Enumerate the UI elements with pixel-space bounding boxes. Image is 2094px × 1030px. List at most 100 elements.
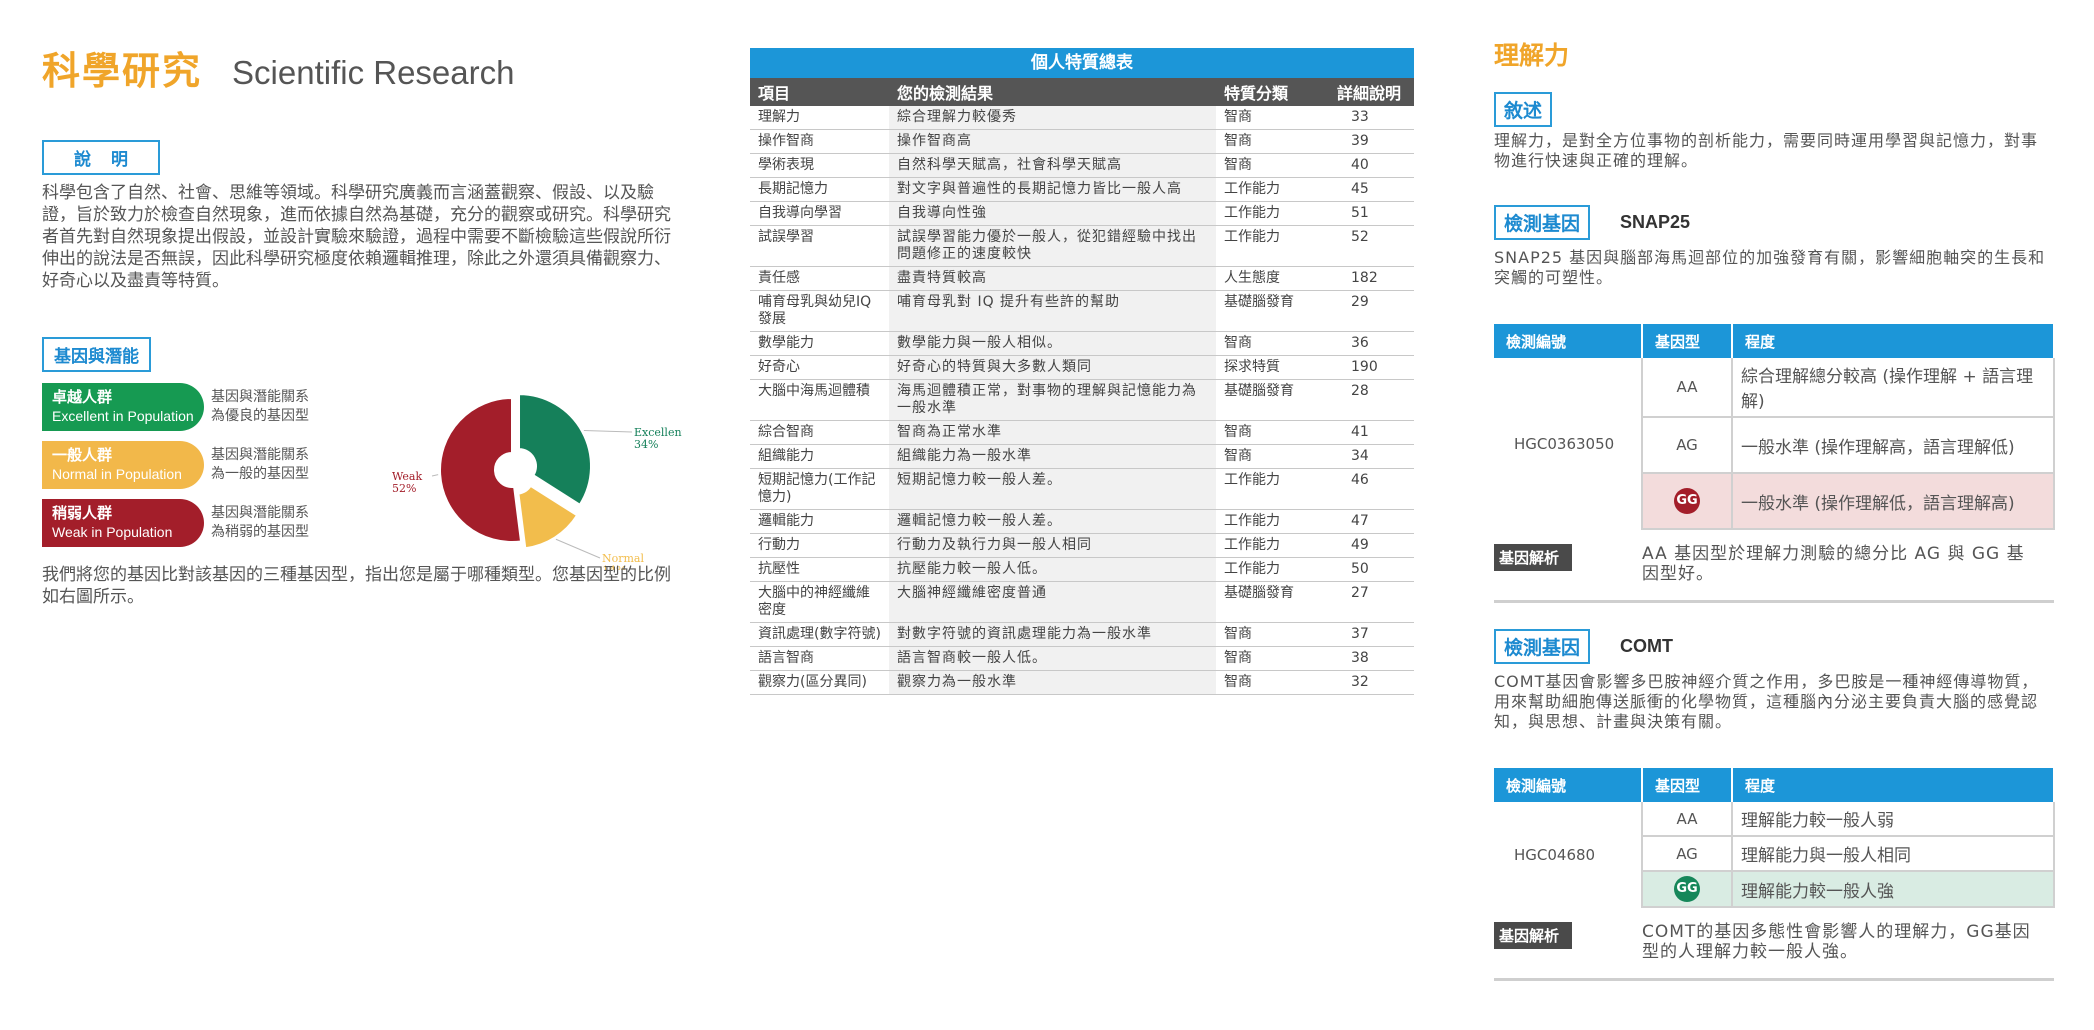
analysis-label: 基因解析 <box>1494 544 1572 571</box>
trait-page: 28 <box>1329 379 1414 421</box>
page-title-en: Scientific Research <box>232 54 515 91</box>
level-cell: 理解能力與一般人相同 <box>1732 836 2055 872</box>
trait-page: 50 <box>1329 557 1414 582</box>
trait-result: 大腦神經纖維密度普通 <box>889 581 1216 623</box>
trait-category: 工作能力 <box>1216 177 1329 202</box>
population-excellent-zh: 卓越人群 <box>52 388 113 406</box>
population-excellent: 卓越人群 Excellent in Population 基因與潛能關系為優良的… <box>42 383 321 431</box>
trait-category: 人生態度 <box>1216 266 1329 291</box>
genotype-explanation-text: 我們將您的基因比對該基因的三種基因型，指出您是屬于哪種類型。您基因型的比例如右圖… <box>42 565 671 607</box>
table-row: 語言智商 語言智商較一般人低。 智商 38 <box>750 646 1414 671</box>
gene-name-snap25: SNAP25 <box>1620 212 1691 232</box>
pie-slice-weak <box>439 396 523 543</box>
gene-snap25-desc: SNAP25 基因與腦部海馬迴部位的加強發育有關，影響細胞軸突的生長和突觸的可塑… <box>1494 248 2046 287</box>
genotype-cell-highlighted: GG <box>1642 473 1733 530</box>
trait-result: 抗壓能力較一般人低。 <box>889 557 1216 582</box>
trait-item: 行動力 <box>750 533 889 558</box>
table-row: 邏輯能力 邏輯記憶力較一般人差。 工作能力 47 <box>750 509 1414 534</box>
population-weak-en: Weak in Population <box>52 524 173 540</box>
trait-item: 好奇心 <box>750 355 889 380</box>
traits-summary: 個人特質總表 項目 您的檢測結果 特質分類 詳細說明 理解力 綜合理解力較優秀 智商… <box>750 48 1414 695</box>
population-normal-pill: 一般人群 Normal in Population <box>42 441 204 489</box>
genotype-pie-chart: Excellent34%Normal14%Weak52% <box>392 393 682 570</box>
geno-header-genotype: 基因型 <box>1642 768 1733 802</box>
gene-label-1: 檢測基因 <box>1494 205 1591 240</box>
level-cell: 一般水準 (操作理解低，語言理解高) <box>1732 473 2055 530</box>
trait-result: 操作智商高 <box>889 129 1216 154</box>
trait-page: 32 <box>1329 670 1414 695</box>
trait-category: 基礎腦發育 <box>1216 379 1329 421</box>
trait-item: 短期記憶力(工作記憶力) <box>750 468 889 510</box>
trait-page: 39 <box>1329 129 1414 154</box>
genotype-badge: GG <box>1674 876 1700 902</box>
table-row: 綜合智商 智商為正常水準 智商 41 <box>750 420 1414 445</box>
comprehension-title: 理解力 <box>1494 41 1570 70</box>
trait-item: 大腦中的神經纖維密度 <box>750 581 889 623</box>
table-row: 大腦中的神經纖維密度 大腦神經纖維密度普通 基礎腦發育 27 <box>750 581 1414 623</box>
summary-text: 理解力，是對全方位事物的剖析能力，需要同時運用學習與記憶力，對事物進行快速與正確… <box>1494 131 2039 170</box>
population-weak-zh: 稍弱人群 <box>52 504 113 522</box>
trait-item: 語言智商 <box>750 646 889 671</box>
geno-header-code: 檢測編號 <box>1494 768 1643 802</box>
trait-item: 抗壓性 <box>750 557 889 582</box>
genotype-cell: AG <box>1642 417 1733 474</box>
trait-category: 工作能力 <box>1216 557 1329 582</box>
explanation-text: 科學包含了自然、社會、思維等領域。科學研究廣義而言涵蓋觀察、假設、以及驗證，旨於… <box>42 183 671 291</box>
table-row: 組織能力 組織能力為一般水準 智商 34 <box>750 444 1414 469</box>
trait-page: 182 <box>1329 266 1414 291</box>
trait-result: 智商為正常水準 <box>889 420 1216 445</box>
trait-item: 理解力 <box>750 106 889 130</box>
geno-header-code: 檢測編號 <box>1494 324 1643 358</box>
genotype-cell: AA <box>1642 802 1733 837</box>
gene-code: HGC0363050 <box>1494 358 1643 529</box>
trait-category: 工作能力 <box>1216 468 1329 510</box>
analysis-text: COMT的基因多態性會影響人的理解力，GG基因型的人理解力較一般人強。 <box>1642 922 2031 962</box>
population-excellent-pill: 卓越人群 Excellent in Population <box>42 383 204 431</box>
trait-page: 37 <box>1329 622 1414 647</box>
level-cell: 一般水準 (操作理解高，語言理解低) <box>1732 417 2055 474</box>
table-row: 責任感 盡責特質較高 人生態度 182 <box>750 266 1414 291</box>
trait-item: 資訊處理(數字符號) <box>750 622 889 647</box>
traits-table-header-row: 項目 您的檢測結果 特質分類 詳細說明 <box>750 78 1414 106</box>
trait-category: 工作能力 <box>1216 509 1329 534</box>
trait-category: 工作能力 <box>1216 225 1329 267</box>
trait-result: 邏輯記憶力較一般人差。 <box>889 509 1216 534</box>
gene-snap25-analysis: 基因解析 AA 基因型於理解力測驗的總分比 AG 與 GG 基因型好。 <box>1494 536 2054 603</box>
population-excellent-desc: 基因與潛能關系為優良的基因型 <box>211 389 309 424</box>
genotype-cell: AG <box>1642 836 1733 872</box>
trait-result: 行動力及執行力與一般人相同 <box>889 533 1216 558</box>
trait-item: 責任感 <box>750 266 889 291</box>
table-row: 哺育母乳與幼兒IQ發展 哺育母乳對 IQ 提升有些許的幫助 基礎腦發育 29 <box>750 290 1414 332</box>
genotype-cell: AA <box>1642 358 1733 418</box>
trait-item: 觀察力(區分異同) <box>750 670 889 695</box>
genotype-cell-highlighted: GG <box>1642 871 1733 908</box>
trait-result: 海馬迴體積正常，對事物的理解與記憶能力為一般水準 <box>889 379 1216 421</box>
trait-page: 51 <box>1329 201 1414 226</box>
gene-comt-heading: 檢測基因 COMT <box>1494 629 2054 664</box>
trait-result: 對文字與普遍性的長期記憶力皆比一般人高 <box>889 177 1216 202</box>
pie-leader-line <box>583 429 633 433</box>
trait-item: 數學能力 <box>750 331 889 356</box>
trait-page: 46 <box>1329 468 1414 510</box>
gene-label-2: 檢測基因 <box>1494 629 1591 664</box>
trait-category: 基礎腦發育 <box>1216 290 1329 332</box>
left-column: 科學研究 Scientific Research 說明 科學包含了自然、社會、思… <box>42 40 682 607</box>
trait-category: 智商 <box>1216 153 1329 178</box>
table-row: 好奇心 好奇心的特質與大多數人類同 探求特質 190 <box>750 355 1414 380</box>
gene-name-comt: COMT <box>1620 636 1674 656</box>
trait-page: 38 <box>1329 646 1414 671</box>
table-row: 短期記憶力(工作記憶力) 短期記憶力較一般人差。 工作能力 46 <box>750 468 1414 510</box>
trait-result: 試誤學習能力優於一般人，從犯錯經驗中找出問題修正的速度較快 <box>889 225 1216 267</box>
gene-potential-label: 基因與潛能 <box>42 337 151 372</box>
gene-snap25-table: 檢測編號 基因型 程度 HGC0363050 AA 綜合理解總分較高 (操作理解… <box>1494 324 2055 530</box>
trait-result: 自然科學天賦高，社會科學天賦高 <box>889 153 1216 178</box>
level-cell: 理解能力較一般人強 <box>1732 871 2055 908</box>
trait-result: 好奇心的特質與大多數人類同 <box>889 355 1216 380</box>
trait-page: 190 <box>1329 355 1414 380</box>
table-row: 行動力 行動力及執行力與一般人相同 工作能力 49 <box>750 533 1414 558</box>
trait-item: 大腦中海馬迴體積 <box>750 379 889 421</box>
population-excellent-en: Excellent in Population <box>52 408 194 424</box>
analysis-text: AA 基因型於理解力測驗的總分比 AG 與 GG 基因型好。 <box>1642 544 2025 584</box>
table-row: HGC0363050 AA 綜合理解總分較高 (操作理解 + 語言理解) <box>1494 358 2055 529</box>
traits-table: 項目 您的檢測結果 特質分類 詳細說明 理解力 綜合理解力較優秀 智商 33 操作智商操… <box>750 78 1414 695</box>
